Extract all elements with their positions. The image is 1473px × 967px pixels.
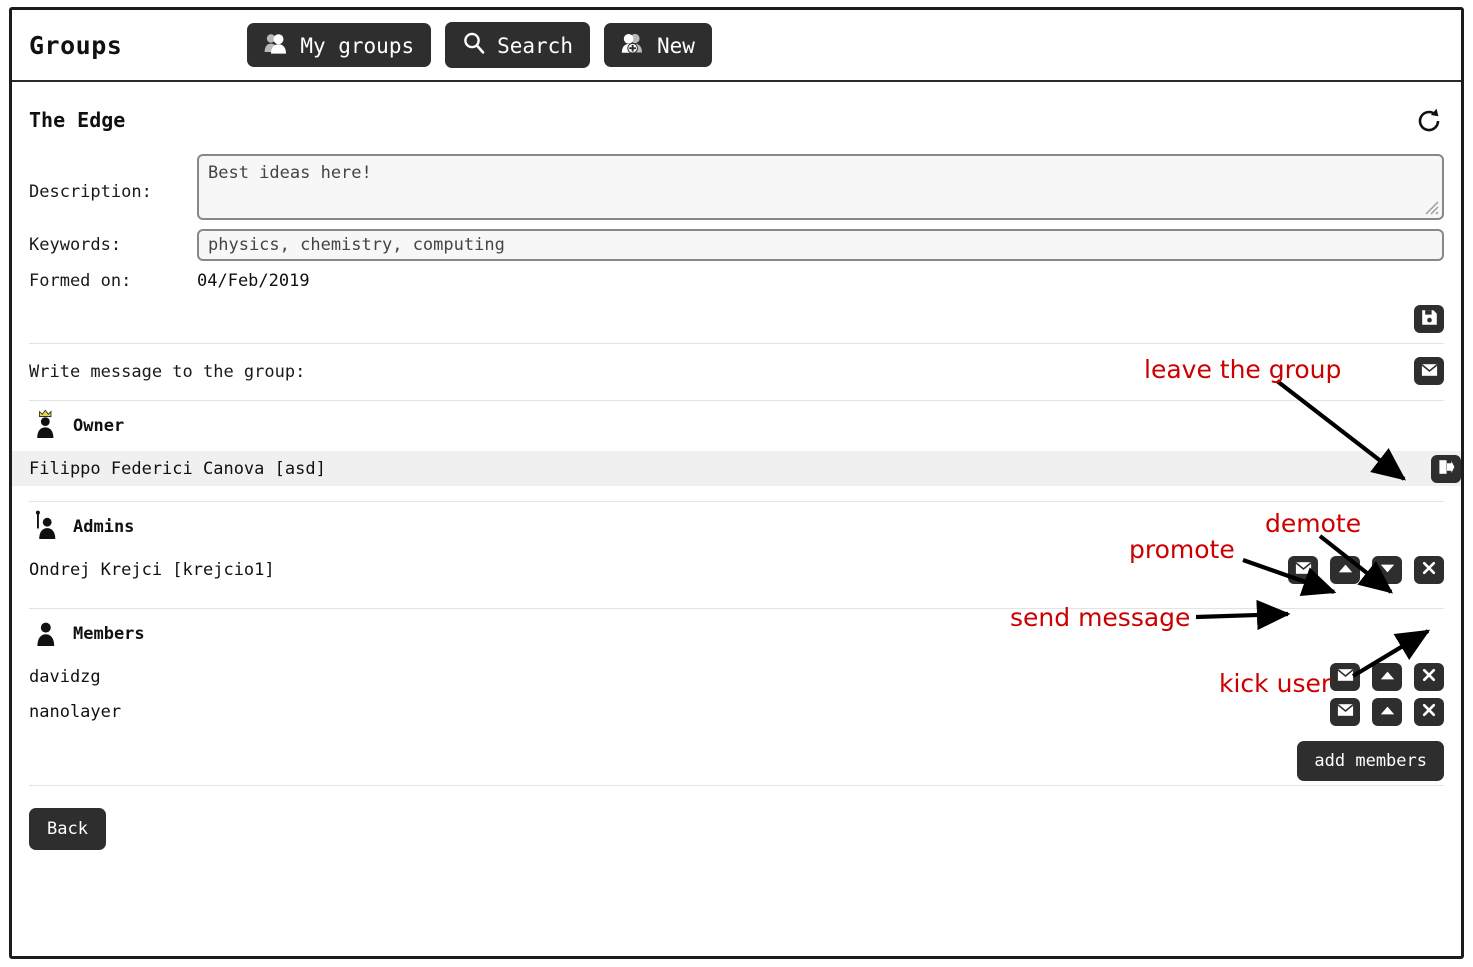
my-groups-label: My groups [300,36,414,57]
keywords-label: Keywords: [29,229,197,255]
member-row: nanolayer [29,694,1444,729]
owner-name: Filippo Federici Canova [asd] [29,459,326,479]
leave-group-icon [1438,459,1455,478]
envelope-icon [1337,668,1354,685]
kick-user-button[interactable] [1414,698,1444,726]
admin-name: Ondrej Krejci [krejcio1] [29,560,275,580]
owner-row-actions [1431,455,1461,483]
new-group-button[interactable]: New [604,23,712,67]
x-icon [1421,702,1437,721]
x-icon [1421,667,1437,686]
formed-on-value: 04/Feb/2019 [197,270,310,291]
add-members-row: add members [29,729,1444,785]
top-bar-buttons: My groups Search [247,22,712,68]
arrow-up-icon [1379,704,1396,720]
person-admin-icon [34,510,60,544]
magnifier-icon [462,31,486,59]
member-name: davidzg [29,667,101,687]
promote-button[interactable] [1372,698,1402,726]
footer: Back [29,786,1444,850]
section-owner-header: Owner [29,401,1444,451]
arrow-up-icon [1337,562,1354,578]
top-bar: Groups My groups [12,10,1461,82]
refresh-icon [1414,124,1444,139]
search-label: Search [497,36,573,57]
kick-user-button[interactable] [1414,556,1444,584]
envelope-icon [1337,703,1354,720]
send-message-button[interactable] [1330,663,1360,691]
page-title: Groups [29,31,122,60]
add-members-button[interactable]: add members [1297,741,1444,781]
screenshot-root: Groups My groups [0,0,1473,967]
new-group-label: New [657,36,695,57]
save-button[interactable] [1414,305,1444,333]
section-members-header: Members [29,609,1444,659]
app-window: Groups My groups [9,7,1464,959]
section-owner-title: Owner [73,416,124,436]
group-name: The Edge [29,82,1444,132]
owner-row: Filippo Federici Canova [asd] [12,451,1461,486]
description-row: Description: [29,154,1444,220]
group-form: Description: Keywords: [29,154,1444,291]
back-button[interactable]: Back [29,808,106,850]
kick-user-button[interactable] [1414,663,1444,691]
formed-on-label: Formed on: [29,270,197,291]
keywords-input[interactable] [197,229,1444,261]
section-admins-title: Admins [73,517,134,537]
floppy-save-icon [1421,309,1438,329]
send-message-button[interactable] [1330,698,1360,726]
description-wrap [197,154,1444,220]
x-icon [1421,560,1437,579]
group-detail-panel: The Edge Description: [12,82,1461,958]
arrow-down-icon [1379,562,1396,578]
envelope-icon [1295,561,1312,578]
send-group-message-button[interactable] [1414,357,1444,385]
two-people-icon [264,32,289,58]
write-message-row: Write message to the group: [29,344,1444,400]
search-button[interactable]: Search [445,22,590,68]
promote-button[interactable] [1372,663,1402,691]
description-label: Description: [29,154,197,202]
admin-row-actions [1288,556,1444,584]
leave-group-button[interactable] [1431,455,1461,483]
admin-row: Ondrej Krejci [krejcio1] [29,552,1444,587]
write-message-label: Write message to the group: [29,362,305,382]
two-people-plus-icon [621,32,646,58]
promote-button[interactable] [1330,556,1360,584]
member-row: davidzg [29,659,1444,694]
member-row-actions [1330,663,1444,691]
refresh-button[interactable] [1414,106,1444,136]
demote-button[interactable] [1372,556,1402,584]
keywords-row: Keywords: [29,229,1444,261]
member-row-actions [1330,698,1444,726]
member-name: nanolayer [29,702,121,722]
person-crown-icon [34,409,60,443]
save-row [29,303,1444,343]
section-admins-header: Admins [29,502,1444,552]
formed-on-row: Formed on: 04/Feb/2019 [29,270,1444,291]
my-groups-button[interactable]: My groups [247,23,431,67]
arrow-up-icon [1379,669,1396,685]
send-message-button[interactable] [1288,556,1318,584]
person-icon [34,617,60,651]
description-input[interactable] [197,154,1444,220]
envelope-icon [1421,363,1438,380]
section-members-title: Members [73,624,145,644]
